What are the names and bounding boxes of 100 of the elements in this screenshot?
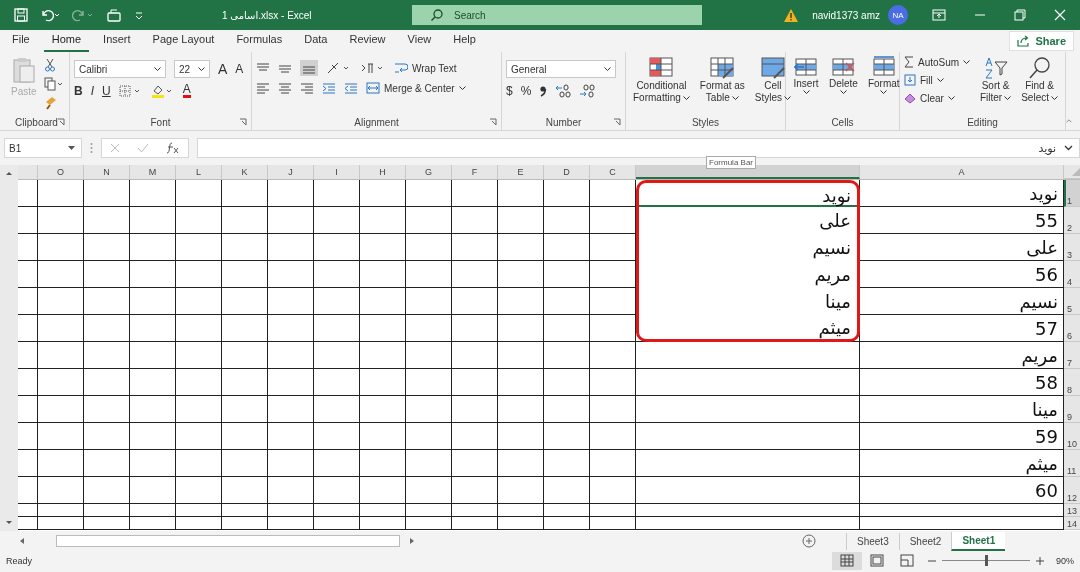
column-header[interactable]: N (84, 165, 130, 179)
italic-button[interactable]: I (90, 84, 94, 98)
ribbon-tab[interactable]: View (399, 33, 440, 52)
formula-bar[interactable]: نوید (197, 138, 1080, 158)
shrink-font-button[interactable]: A (235, 62, 244, 76)
collapse-ribbon-icon[interactable] (1066, 118, 1072, 124)
row-header[interactable]: 9 (1064, 396, 1080, 423)
scroll-left-icon[interactable] (18, 537, 26, 545)
row-header[interactable]: 3 (1064, 234, 1080, 261)
user-avatar[interactable]: NA (888, 5, 908, 25)
font-size-dropdown[interactable]: 22 (174, 60, 210, 78)
fill-button[interactable]: Fill (904, 74, 973, 86)
format-as-table-button[interactable]: Format as Table (696, 56, 748, 104)
ribbon-display-icon[interactable] (932, 9, 946, 21)
row-header[interactable]: 2 (1064, 207, 1080, 234)
clear-button[interactable]: Clear (904, 92, 973, 104)
dialog-launcher-icon[interactable] (613, 118, 621, 126)
wrap-text-button[interactable]: Wrap Text (394, 62, 457, 74)
column-header[interactable]: I (314, 165, 360, 179)
format-cells-button[interactable]: Format (864, 56, 903, 95)
column-header[interactable]: J (268, 165, 314, 179)
grow-font-button[interactable]: A (218, 62, 228, 76)
copy-icon[interactable] (43, 77, 64, 91)
row-header[interactable]: 8 (1064, 369, 1080, 396)
font-color-button[interactable]: A (182, 84, 191, 98)
customize-icon[interactable] (134, 10, 144, 20)
row-header[interactable]: 10 (1064, 423, 1080, 450)
row-header[interactable]: 6 (1064, 315, 1080, 342)
sort-filter-button[interactable]: Sort & Filter (976, 56, 1015, 104)
middle-align-icon[interactable] (278, 62, 292, 74)
sheet-tab[interactable]: Sheet1 (951, 531, 1006, 551)
dialog-launcher-icon[interactable] (489, 118, 497, 126)
insert-function-icon[interactable] (165, 142, 180, 154)
ribbon-tab[interactable]: Help (445, 33, 484, 52)
row-header[interactable]: 5 (1064, 288, 1080, 315)
column-header[interactable]: F (452, 165, 498, 179)
paintbrush-icon[interactable] (43, 96, 58, 110)
dialog-launcher-icon[interactable] (57, 118, 65, 126)
name-box[interactable]: B1 (4, 138, 82, 158)
ribbon-tab[interactable]: Page Layout (144, 33, 223, 52)
add-sheet-icon[interactable] (802, 534, 816, 548)
drag-handle-icon[interactable] (90, 142, 93, 154)
zoom-in-icon[interactable] (1036, 556, 1044, 565)
bold-button[interactable]: B (74, 84, 83, 98)
ribbon-tab[interactable]: Data (296, 33, 336, 52)
scroll-down-icon[interactable] (4, 519, 14, 527)
cut-icon[interactable] (43, 58, 56, 72)
column-header[interactable] (636, 165, 860, 179)
zoom-level[interactable]: 90% (1056, 555, 1074, 566)
delete-cells-button[interactable]: Delete (826, 56, 861, 95)
search-field[interactable]: Search (412, 5, 702, 25)
user-name[interactable]: navid1373 amz (812, 9, 880, 21)
column-header[interactable]: E (498, 165, 544, 179)
scroll-right-icon[interactable] (408, 537, 416, 545)
redo-icon[interactable] (72, 8, 94, 22)
touch-mode-icon[interactable] (106, 8, 122, 22)
warning-icon[interactable] (784, 8, 799, 22)
underline-button[interactable]: U (102, 84, 111, 98)
bottom-align-icon[interactable] (300, 60, 318, 76)
merge-center-button[interactable]: Merge & Center (366, 82, 466, 94)
close-icon[interactable] (1054, 9, 1066, 21)
column-header[interactable]: O (38, 165, 84, 179)
column-header[interactable]: K (222, 165, 268, 179)
undo-icon[interactable] (40, 8, 60, 22)
row-header[interactable]: 11 (1064, 450, 1080, 477)
font-family-dropdown[interactable]: Calibri (74, 60, 166, 78)
vertical-scrollbar[interactable] (0, 165, 18, 531)
ribbon-tab[interactable]: Review (341, 33, 394, 52)
increase-indent-icon[interactable] (322, 82, 336, 94)
find-select-button[interactable]: Find & Select (1018, 56, 1061, 104)
decrease-indent-icon[interactable] (344, 82, 358, 94)
ribbon-tab[interactable]: Insert (95, 33, 139, 52)
row-header[interactable]: 4 (1064, 261, 1080, 288)
normal-view-icon[interactable] (832, 551, 862, 570)
decrease-decimal-icon[interactable] (579, 84, 596, 98)
zoom-slider[interactable] (985, 555, 988, 566)
row-header[interactable]: 1 (1064, 180, 1080, 207)
column-header[interactable]: D (544, 165, 590, 179)
conditional-formatting-button[interactable]: Conditional Formatting (630, 56, 693, 104)
row-header[interactable]: 7 (1064, 342, 1080, 369)
top-align-icon[interactable] (256, 62, 270, 74)
restore-icon[interactable] (1014, 9, 1026, 21)
ribbon-tab[interactable]: Formulas (228, 33, 291, 52)
row-header[interactable]: 13 (1064, 504, 1080, 517)
number-format-dropdown[interactable]: General (506, 60, 616, 78)
row-header[interactable]: 14 (1064, 517, 1080, 530)
horizontal-scrollbar[interactable] (18, 535, 416, 547)
increase-decimal-icon[interactable] (555, 84, 572, 98)
column-header[interactable]: G (406, 165, 452, 179)
column-header[interactable]: H (360, 165, 406, 179)
row-header[interactable]: 12 (1064, 477, 1080, 504)
column-header[interactable]: L (176, 165, 222, 179)
save-icon[interactable] (14, 8, 28, 22)
sheet-tab[interactable]: Sheet3 (846, 532, 899, 550)
share-button[interactable]: Share (1009, 31, 1074, 51)
column-header[interactable]: M (130, 165, 176, 179)
align-right-icon[interactable] (300, 82, 314, 94)
ribbon-tab[interactable]: File (4, 33, 38, 52)
align-left-icon[interactable] (256, 82, 270, 94)
align-center-icon[interactable] (278, 82, 292, 94)
